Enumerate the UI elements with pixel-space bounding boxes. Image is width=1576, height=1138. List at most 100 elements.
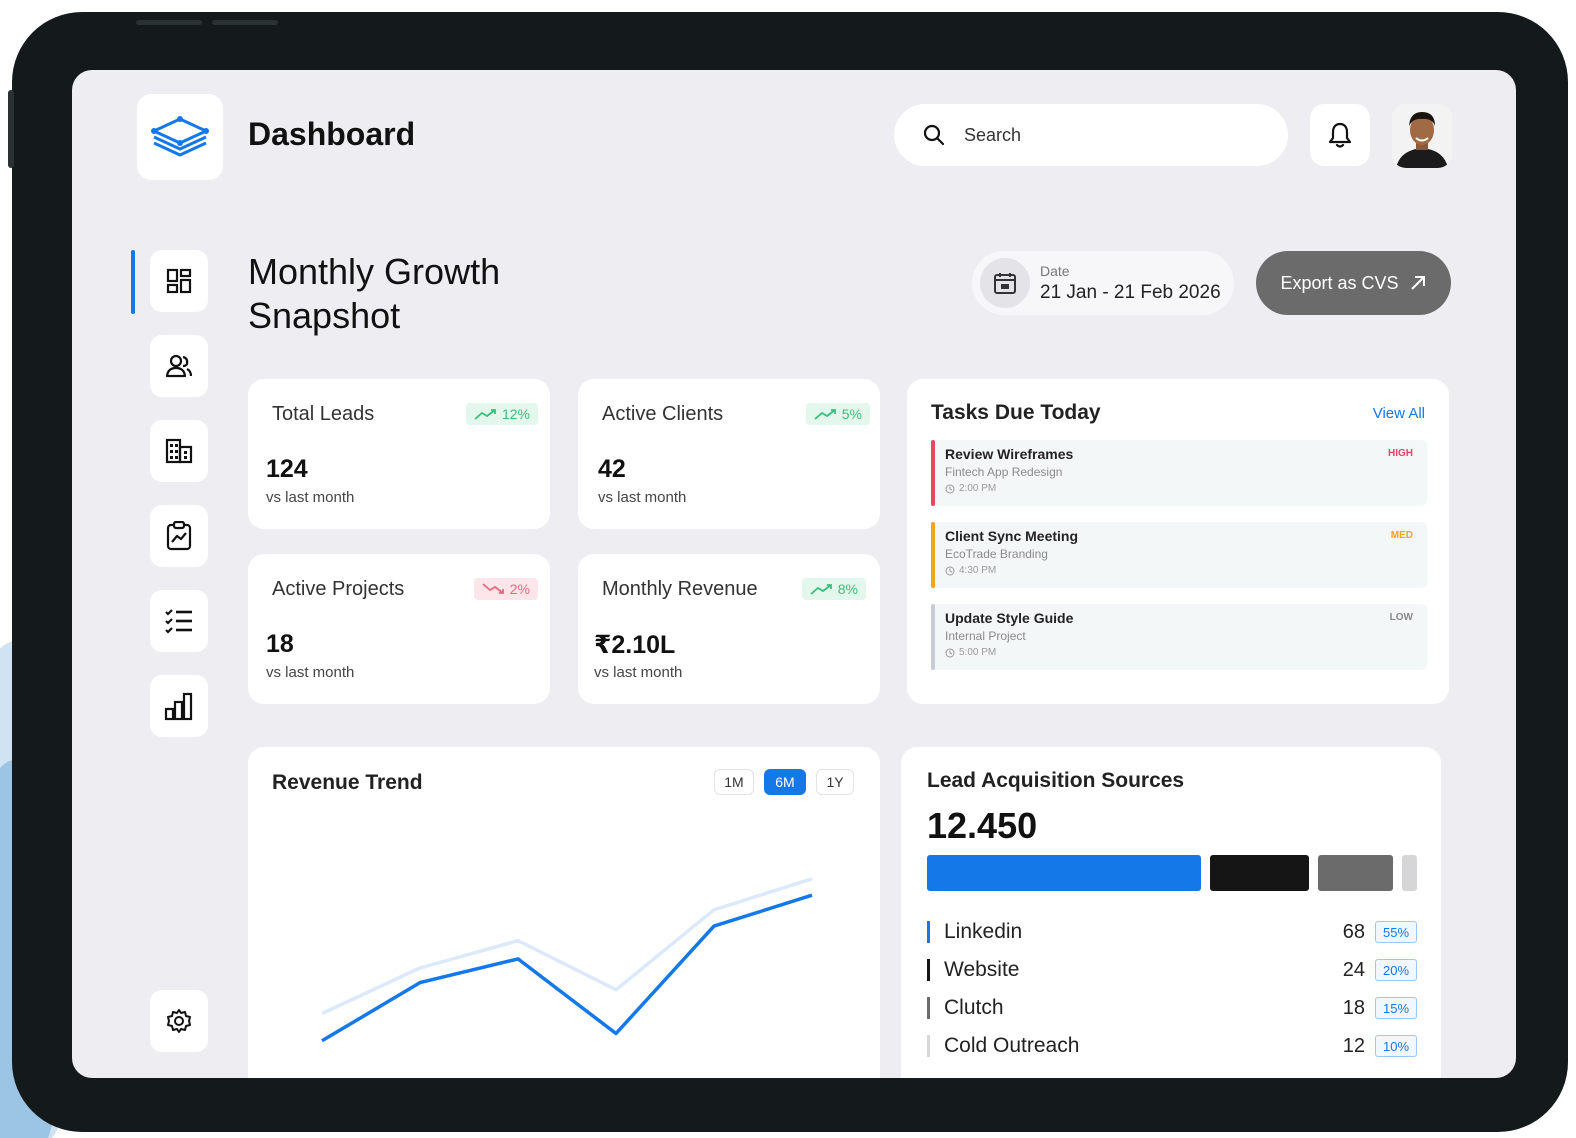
series-line [321,877,813,1016]
source-percent: 15% [1375,997,1417,1019]
calendar-icon [994,273,1016,294]
avatar-image [1392,104,1452,168]
source-count: 12 [1342,1034,1365,1057]
task-project: Internal Project [945,629,1026,643]
stat-card-total-leads[interactable]: Total Leads 12% 124 vs last month [248,379,550,529]
page-title: Monthly Growth Snapshot [248,250,500,338]
stat-card-active-clients[interactable]: Active Clients 5% 42 vs last month [578,379,880,529]
stat-value: 18 [266,630,294,658]
priority-badge: MED [1390,530,1413,541]
change-value: 2% [509,581,530,597]
export-label: Export as CVS [1280,272,1399,293]
notifications-button[interactable] [1310,104,1370,166]
stat-card-active-projects[interactable]: Active Projects 2% 18 vs last month [248,554,550,704]
change-badge: 12% [465,403,538,425]
source-row[interactable]: Linkedin 68 55% [927,920,1417,944]
lead-sources-card: Lead Acquisition Sources 12.450 Linkedin… [901,747,1441,1078]
lead-total: 12.450 [927,805,1038,846]
building-icon [165,438,193,464]
lead-share-segment [1318,855,1394,891]
page-title-line: Monthly Growth [248,251,501,292]
stat-card-monthly-revenue[interactable]: Monthly Revenue 8% ₹2.10L vs last month [578,554,880,704]
trend-up-icon [810,584,832,595]
stat-value: ₹2.10L [594,631,676,659]
task-name: Client Sync Meeting [945,528,1079,544]
calendar-icon-wrap [980,258,1030,308]
sidebar-item-dashboard[interactable] [150,250,208,312]
stat-sub: vs last month [266,664,355,681]
source-row[interactable]: Clutch 18 15% [927,996,1417,1020]
device-side-button [8,90,14,168]
task-time: 5:00 PM [945,647,1413,658]
task-time-value: 2:00 PM [959,483,997,494]
source-row[interactable]: Website 24 20% [927,958,1417,982]
lead-share-segment [927,855,1201,891]
clock-icon [945,484,955,493]
report-clipboard-icon [166,521,192,551]
priority-bar [931,604,935,670]
source-percent: 55% [1375,921,1417,943]
priority-bar [931,440,935,506]
source-row[interactable]: Cold Outreach 12 10% [927,1034,1417,1058]
lead-sources-title: Lead Acquisition Sources [927,769,1185,792]
source-percent: 10% [1375,1035,1417,1057]
sidebar-active-indicator [131,250,135,314]
priority-bar [931,522,935,588]
users-icon [165,354,193,378]
revenue-trend-card: Revenue Trend 1M 6M 1Y [248,747,880,1078]
dashboard-screen: Dashboard Search Monthly Growth Snapshot… [72,70,1516,1078]
task-name: Update Style Guide [945,610,1074,626]
source-color-mark [927,959,930,981]
stat-value: 124 [266,455,308,483]
stat-label: Active Clients [602,403,724,425]
tasks-card: Tasks Due Today View All Review Wirefram… [907,379,1449,704]
app-title: Dashboard [248,116,416,152]
dashboard-icon [166,268,192,294]
task-name: Review Wireframes [945,446,1074,462]
arrow-up-right-icon [1410,276,1425,290]
search-input[interactable]: Search [964,125,1021,146]
task-time: 2:00 PM [945,483,1413,494]
sidebar-item-tasks[interactable] [150,590,208,652]
export-button[interactable]: Export as CVS [1256,251,1451,315]
settings-gear-icon [167,1009,191,1033]
lead-share-segment [1209,855,1310,891]
app-logo[interactable] [137,94,223,180]
change-value: 12% [501,406,530,422]
stat-label: Monthly Revenue [602,578,758,600]
sidebar-item-analytics[interactable] [150,675,208,737]
source-percent: 20% [1375,959,1417,981]
task-list-icon [165,609,192,634]
source-color-mark [927,1035,930,1057]
task-item[interactable]: Review Wireframes Fintech App Redesign 2… [931,440,1427,506]
device-button [136,20,202,25]
lead-share-segment [1402,855,1417,891]
sidebar-item-reports[interactable] [150,505,208,567]
source-color-mark [927,921,930,943]
sidebar-item-companies[interactable] [150,420,208,482]
date-range-picker[interactable]: Date 21 Jan - 21 Feb 2026 [972,251,1234,315]
change-badge: 2% [473,578,538,600]
stat-sub: vs last month [594,664,683,681]
task-time-value: 5:00 PM [959,647,997,658]
view-all-link[interactable]: View All [1373,405,1425,422]
search-icon [923,124,945,146]
task-project: Fintech App Redesign [945,465,1063,479]
sidebar-item-settings[interactable] [150,990,208,1052]
change-badge: 5% [805,403,870,425]
page-title-line: Snapshot [248,295,401,336]
date-value: 21 Jan - 21 Feb 2026 [1040,281,1221,303]
search-bar[interactable]: Search [894,104,1288,166]
stat-sub: vs last month [266,489,355,506]
trend-down-icon [482,583,504,594]
task-item[interactable]: Client Sync Meeting EcoTrade Branding 4:… [931,522,1427,588]
source-count: 68 [1342,920,1365,943]
sidebar-item-users[interactable] [150,335,208,397]
clock-icon [945,648,955,657]
source-name: Cold Outreach [944,1034,1080,1057]
task-item[interactable]: Update Style Guide Internal Project 5:00… [931,604,1427,670]
stat-value: 42 [598,455,626,483]
date-label: Date [1040,262,1070,279]
change-value: 8% [837,581,858,597]
user-avatar[interactable] [1392,104,1452,168]
